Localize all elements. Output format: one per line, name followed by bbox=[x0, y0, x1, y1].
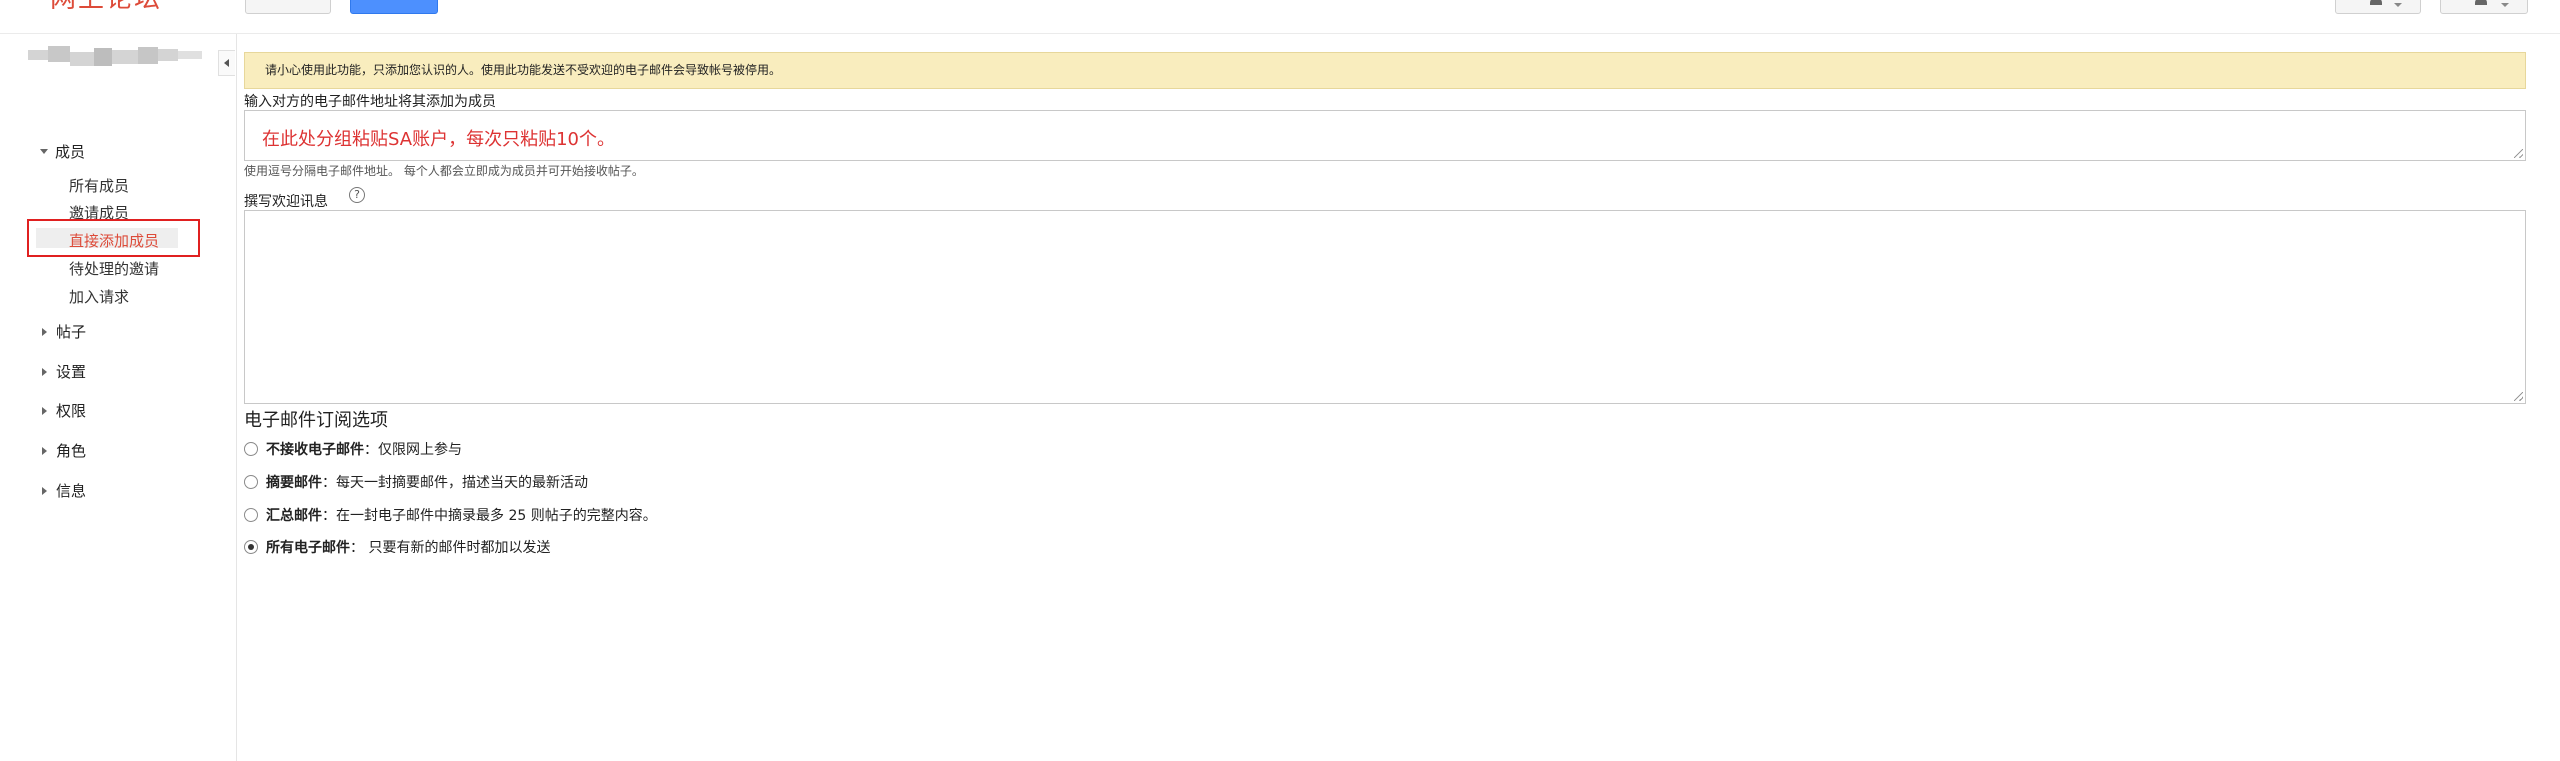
person-icon bbox=[2370, 0, 2382, 5]
welcome-message-textarea[interactable] bbox=[244, 210, 2526, 404]
radio-button[interactable] bbox=[244, 475, 258, 489]
radio-button[interactable] bbox=[244, 508, 258, 522]
top-bar: 网上论坛 bbox=[0, 0, 2560, 34]
emails-label: 输入对方的电子邮件地址将其添加为成员 bbox=[244, 94, 496, 110]
triangle-right-icon bbox=[42, 486, 47, 495]
sidebar: 成员 所有成员 邀请成员 直接添加成员 待处理的邀请 加入请求 帖子 设置 权限… bbox=[0, 34, 237, 761]
option-description: ：仅限网上参与 bbox=[364, 442, 462, 458]
account-button[interactable] bbox=[2335, 0, 2421, 14]
sidebar-section-permissions[interactable]: 权限 bbox=[40, 400, 86, 421]
resize-handle-icon[interactable] bbox=[2514, 149, 2523, 158]
annotation-highlight-box bbox=[27, 219, 200, 257]
chevron-down-icon bbox=[2501, 3, 2509, 7]
sidebar-item-join-requests[interactable]: 加入请求 bbox=[69, 286, 129, 307]
option-description: ：每天一封摘要邮件，描述当天的最新活动 bbox=[322, 475, 588, 491]
sidebar-section-information[interactable]: 信息 bbox=[40, 480, 86, 501]
option-name: 所有电子邮件 bbox=[266, 540, 350, 556]
welcome-message-label: 撰写欢迎讯息 bbox=[244, 194, 328, 210]
emails-hint: 使用逗号分隔电子邮件地址。 每个人都会立即成为成员并可开始接收帖子。 bbox=[244, 164, 644, 178]
emails-textarea-value: 在此处分组粘贴SA账户，每次只粘贴10个。 bbox=[262, 129, 615, 150]
radio-button[interactable] bbox=[244, 442, 258, 456]
sidebar-item-pending-invitations[interactable]: 待处理的邀请 bbox=[69, 258, 159, 279]
sidebar-collapse-toggle[interactable] bbox=[218, 50, 235, 76]
subscription-option-digest[interactable]: 摘要邮件 ：每天一封摘要邮件，描述当天的最新活动 bbox=[244, 472, 588, 492]
option-name: 汇总邮件 bbox=[266, 508, 322, 524]
subscription-option-abridged[interactable]: 汇总邮件 ：在一封电子邮件中摘录最多 25 则帖子的完整内容。 bbox=[244, 505, 657, 525]
radio-button-selected[interactable] bbox=[244, 540, 258, 554]
help-icon[interactable]: ? bbox=[349, 187, 365, 203]
settings-button[interactable] bbox=[2440, 0, 2528, 14]
gear-icon bbox=[2475, 0, 2487, 5]
triangle-right-icon bbox=[42, 367, 47, 376]
add-button[interactable] bbox=[350, 0, 438, 14]
resize-handle-icon[interactable] bbox=[2514, 392, 2523, 401]
sidebar-section-label: 信息 bbox=[56, 482, 87, 500]
subscription-option-all-email[interactable]: 所有电子邮件 ： 只要有新的邮件时都加以发送 bbox=[244, 537, 550, 557]
sidebar-section-label: 角色 bbox=[56, 442, 87, 460]
triangle-right-icon bbox=[42, 327, 47, 336]
group-name-blurred bbox=[28, 44, 204, 70]
sidebar-section-roles[interactable]: 角色 bbox=[40, 440, 86, 461]
triangle-right-icon bbox=[42, 446, 47, 455]
triangle-right-icon bbox=[42, 406, 47, 415]
sidebar-section-posts[interactable]: 帖子 bbox=[40, 321, 86, 342]
option-description: ： 只要有新的邮件时都加以发送 bbox=[350, 540, 551, 556]
emails-textarea[interactable]: 在此处分组粘贴SA账户，每次只粘贴10个。 bbox=[244, 110, 2526, 161]
sidebar-item-all-members[interactable]: 所有成员 bbox=[69, 175, 129, 196]
app-title[interactable]: 网上论坛 bbox=[50, 0, 162, 12]
option-description: ：在一封电子邮件中摘录最多 25 则帖子的完整内容。 bbox=[322, 508, 657, 524]
sidebar-section-label: 设置 bbox=[56, 363, 87, 381]
back-button[interactable] bbox=[245, 0, 331, 14]
triangle-down-icon bbox=[40, 149, 48, 154]
sidebar-section-settings[interactable]: 设置 bbox=[40, 361, 86, 382]
sidebar-section-members[interactable]: 成员 bbox=[40, 141, 85, 162]
chevron-down-icon bbox=[2394, 3, 2402, 7]
sidebar-section-label: 帖子 bbox=[56, 323, 87, 341]
option-name: 摘要邮件 bbox=[266, 475, 322, 491]
option-name: 不接收电子邮件 bbox=[266, 442, 364, 458]
subscription-options-heading: 电子邮件订阅选项 bbox=[244, 410, 388, 431]
subscription-option-no-email[interactable]: 不接收电子邮件 ：仅限网上参与 bbox=[244, 439, 462, 459]
sidebar-section-label: 成员 bbox=[55, 143, 86, 161]
warning-alert: 请小心使用此功能，只添加您认识的人。使用此功能发送不受欢迎的电子邮件会导致帐号被… bbox=[244, 52, 2526, 89]
sidebar-section-label: 权限 bbox=[56, 402, 87, 420]
chevron-left-icon bbox=[224, 59, 229, 67]
